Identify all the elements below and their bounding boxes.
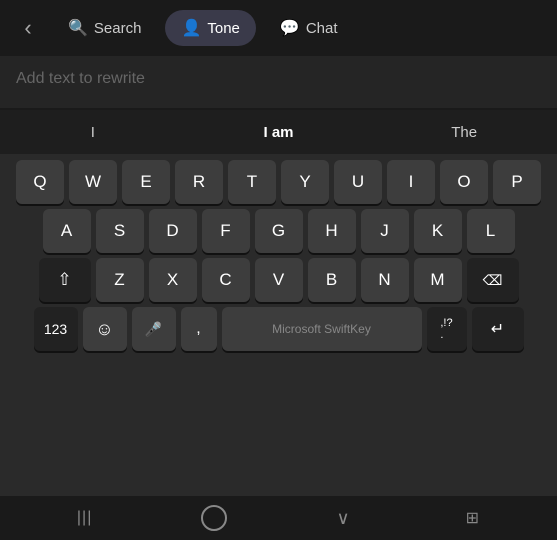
key-r[interactable]: R [175,160,223,204]
input-placeholder: Add text to rewrite [16,70,145,87]
back-icon: ‹ [24,15,31,41]
key-q[interactable]: Q [16,160,64,204]
tone-label: Tone [207,20,240,37]
enter-key[interactable]: ↵ [472,307,524,351]
punct-key[interactable]: ,!?. [427,307,467,351]
suggestions-bar: I I am The [0,110,557,154]
keyboard-row-4: 123 ☺ 🎤 , Microsoft SwiftKey ,!?. ↵ [4,307,553,351]
nav-menu-button[interactable]: ||| [55,496,115,540]
keyboard-row-1: Q W E R T Y U I O P [4,160,553,204]
suggestion-i-am[interactable]: I am [186,120,372,145]
key-o[interactable]: O [440,160,488,204]
key-b[interactable]: B [308,258,356,302]
key-w[interactable]: W [69,160,117,204]
key-l[interactable]: L [467,209,515,253]
key-u[interactable]: U [334,160,382,204]
suggestion-i[interactable]: I [0,120,186,145]
back-button[interactable]: ‹ [12,12,44,44]
shift-icon: ⇧ [57,270,71,290]
home-circle-icon [201,505,227,531]
key-p[interactable]: P [493,160,541,204]
key-m[interactable]: M [414,258,462,302]
bottom-nav: ||| ∨ ⊞ [0,496,557,540]
keyboard-row-2: A S D F G H J K L [4,209,553,253]
keyboard-row-3: ⇧ Z X C V B N M ⌫ [4,258,553,302]
key-s[interactable]: S [96,209,144,253]
space-label: Microsoft SwiftKey [272,322,371,336]
chat-nav-button[interactable]: 💬 Chat [264,10,354,46]
menu-lines-icon: ||| [77,509,92,527]
key-z[interactable]: Z [96,258,144,302]
numbers-key[interactable]: 123 [34,307,78,351]
backspace-key[interactable]: ⌫ [467,258,519,302]
chat-label: Chat [306,20,338,37]
nav-home-button[interactable] [184,496,244,540]
nav-keyboard-button[interactable]: ⊞ [442,496,502,540]
tone-nav-button[interactable]: 👤 Tone [165,10,255,46]
text-input-area[interactable]: Add text to rewrite [0,56,557,108]
key-d[interactable]: D [149,209,197,253]
nav-back-button[interactable]: ∨ [313,496,373,540]
chat-icon: 💬 [280,18,300,38]
key-e[interactable]: E [122,160,170,204]
emoji-icon: ☺ [95,319,113,340]
chevron-down-icon: ∨ [337,508,350,529]
top-bar: ‹ 🔍 Search 👤 Tone 💬 Chat [0,0,557,56]
search-nav-button[interactable]: 🔍 Search [52,10,157,46]
space-key[interactable]: Microsoft SwiftKey [222,307,422,351]
key-h[interactable]: H [308,209,356,253]
key-v[interactable]: V [255,258,303,302]
keyboard-icon: ⊞ [466,508,479,528]
key-a[interactable]: A [43,209,91,253]
emoji-key[interactable]: ☺ [83,307,127,351]
key-g[interactable]: G [255,209,303,253]
search-icon: 🔍 [68,18,88,38]
key-n[interactable]: N [361,258,409,302]
suggestion-the[interactable]: The [371,120,557,145]
key-x[interactable]: X [149,258,197,302]
key-y[interactable]: Y [281,160,329,204]
key-i[interactable]: I [387,160,435,204]
tone-icon: 👤 [181,18,201,38]
search-label: Search [94,20,142,37]
microphone-icon: 🎤 [145,321,162,338]
backspace-icon: ⌫ [483,272,503,289]
key-c[interactable]: C [202,258,250,302]
key-t[interactable]: T [228,160,276,204]
mic-key[interactable]: 🎤 [132,307,176,351]
enter-icon: ↵ [491,319,504,339]
keyboard: Q W E R T Y U I O P A S D F G H J K L ⇧ … [0,154,557,496]
key-f[interactable]: F [202,209,250,253]
comma-key[interactable]: , [181,307,217,351]
key-k[interactable]: K [414,209,462,253]
shift-key[interactable]: ⇧ [39,258,91,302]
key-j[interactable]: J [361,209,409,253]
